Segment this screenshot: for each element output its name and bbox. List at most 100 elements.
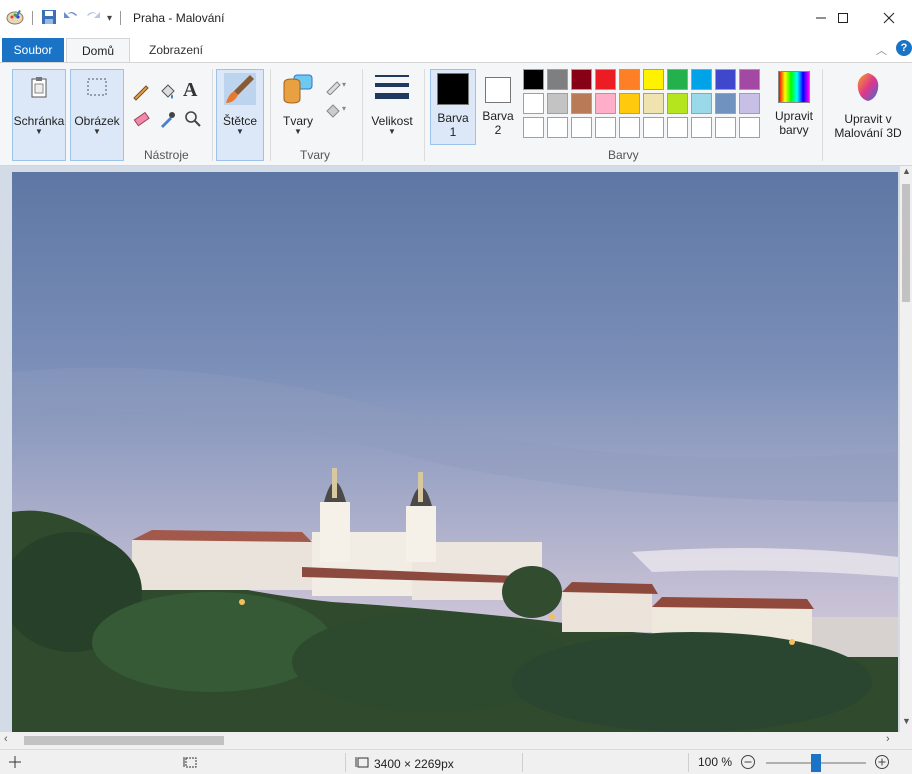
palette-swatch[interactable]	[523, 93, 544, 114]
cursor-position-icon	[8, 755, 22, 769]
edit-colors-button[interactable]: Upravit barvy	[768, 71, 820, 137]
edit-colors-label-line2: barvy	[779, 123, 809, 137]
image-button[interactable]: Obrázek ▼	[70, 73, 124, 136]
palette-swatch[interactable]	[595, 93, 616, 114]
palette-swatch[interactable]	[667, 69, 688, 90]
canvas-area[interactable]	[0, 166, 912, 732]
zoom-slider-thumb[interactable]	[811, 754, 821, 772]
palette-swatch[interactable]	[691, 117, 712, 138]
color2-button[interactable]: Barva 2	[478, 73, 518, 137]
color1-label-line1: Barva	[437, 111, 469, 125]
scroll-up-icon[interactable]: ▲	[902, 166, 911, 176]
palette-swatch[interactable]	[571, 69, 592, 90]
palette-swatch[interactable]	[547, 117, 568, 138]
pencil-icon[interactable]	[131, 81, 151, 104]
zoom-in-button[interactable]	[874, 754, 890, 770]
undo-icon[interactable]	[63, 9, 79, 28]
palette-swatch[interactable]	[643, 117, 664, 138]
vertical-scrollbar[interactable]: ▲ ▼	[900, 166, 912, 732]
svg-text:▾: ▾	[342, 80, 346, 89]
palette-swatch[interactable]	[595, 117, 616, 138]
color1-button[interactable]: Barva 1	[430, 73, 476, 139]
size-button[interactable]: Velikost ▼	[366, 71, 418, 136]
customize-qat-icon[interactable]: ▾	[107, 13, 112, 24]
scroll-left-icon[interactable]: ‹	[4, 733, 8, 745]
palette-swatch[interactable]	[571, 93, 592, 114]
paint3d-button[interactable]: Upravit v Malování 3D	[826, 71, 910, 140]
chevron-down-icon: ▼	[93, 127, 101, 136]
color2-label-line1: Barva	[482, 109, 514, 123]
clipboard-label: Schránka	[13, 114, 65, 128]
palette-swatch[interactable]	[667, 93, 688, 114]
ribbon-tabs: Soubor Domů Zobrazení ︿ ?	[0, 36, 912, 63]
canvas-image[interactable]	[12, 172, 898, 732]
chevron-down-icon: ▼	[388, 127, 396, 136]
quick-access-toolbar: ▾ Praha - Malování	[6, 8, 224, 28]
palette-swatch[interactable]	[715, 93, 736, 114]
palette-swatch[interactable]	[643, 69, 664, 90]
zoom-out-button[interactable]	[740, 754, 756, 770]
shape-fill-icon[interactable]: ▾	[324, 101, 350, 122]
palette-swatch[interactable]	[571, 117, 592, 138]
palette-swatch[interactable]	[739, 117, 760, 138]
scroll-right-icon[interactable]: ›	[886, 733, 890, 745]
palette-swatch[interactable]	[547, 69, 568, 90]
palette-swatch[interactable]	[547, 93, 568, 114]
palette-swatch[interactable]	[595, 69, 616, 90]
shapes-icon	[280, 71, 316, 110]
eraser-icon[interactable]	[131, 109, 151, 132]
fill-icon[interactable]	[157, 81, 177, 104]
clipboard-button[interactable]: Schránka ▼	[12, 73, 66, 136]
help-icon[interactable]: ?	[896, 40, 912, 56]
zoom-slider[interactable]	[766, 754, 866, 772]
horizontal-scroll-thumb[interactable]	[24, 736, 224, 745]
image-size-text: 3400 × 2269px	[374, 756, 454, 771]
color1-label-line2: 1	[449, 125, 457, 139]
tab-home[interactable]: Domů	[66, 38, 130, 63]
chevron-down-icon: ▼	[35, 127, 43, 136]
palette-swatch[interactable]	[739, 93, 760, 114]
brushes-button[interactable]: Štětce ▼	[216, 69, 264, 136]
tab-view[interactable]: Zobrazení	[136, 38, 216, 62]
collapse-ribbon-icon[interactable]: ︿	[876, 42, 887, 58]
maximize-button[interactable]	[820, 0, 866, 36]
text-icon[interactable]: A	[183, 79, 197, 102]
palette-swatch[interactable]	[523, 69, 544, 90]
palette-swatch[interactable]	[739, 69, 760, 90]
palette-swatch[interactable]	[691, 93, 712, 114]
palette-swatch[interactable]	[619, 93, 640, 114]
brushes-label: Štětce	[222, 114, 258, 128]
scrollbar-corner	[900, 732, 912, 749]
colors-group-label: Barvy	[608, 148, 639, 162]
ribbon-separator	[212, 69, 213, 161]
color2-swatch	[485, 77, 511, 103]
size-label: Velikost	[371, 114, 413, 128]
outline-icon[interactable]: ▾	[324, 77, 350, 98]
save-icon[interactable]	[41, 9, 57, 28]
magnifier-icon[interactable]	[183, 109, 203, 132]
palette-swatch[interactable]	[619, 69, 640, 90]
palette-swatch[interactable]	[619, 117, 640, 138]
palette-swatch[interactable]	[715, 69, 736, 90]
scroll-down-icon[interactable]: ▼	[902, 716, 911, 726]
palette-swatch[interactable]	[667, 117, 688, 138]
palette-swatch[interactable]	[523, 117, 544, 138]
ribbon-separator	[362, 69, 363, 161]
brush-icon	[220, 69, 260, 112]
vertical-scroll-thumb[interactable]	[902, 184, 910, 302]
redo-icon[interactable]	[85, 9, 101, 28]
color-picker-icon[interactable]	[157, 109, 177, 132]
palette-swatch[interactable]	[691, 69, 712, 90]
close-button[interactable]	[866, 0, 912, 36]
shapes-group-label: Tvary	[300, 148, 330, 162]
window-title: Praha - Malování	[133, 11, 225, 25]
chevron-down-icon: ▼	[294, 127, 302, 136]
ribbon: Schránka ▼ Obrázek ▼ A Nástroje Štětce ▼	[0, 62, 912, 166]
shapes-button[interactable]: Tvary ▼	[276, 71, 320, 136]
paint-app-icon[interactable]	[6, 9, 24, 28]
palette-swatch[interactable]	[643, 93, 664, 114]
horizontal-scrollbar[interactable]: ‹ ›	[0, 732, 900, 749]
tab-file[interactable]: Soubor	[2, 38, 64, 62]
status-separator	[345, 753, 346, 772]
palette-swatch[interactable]	[715, 117, 736, 138]
